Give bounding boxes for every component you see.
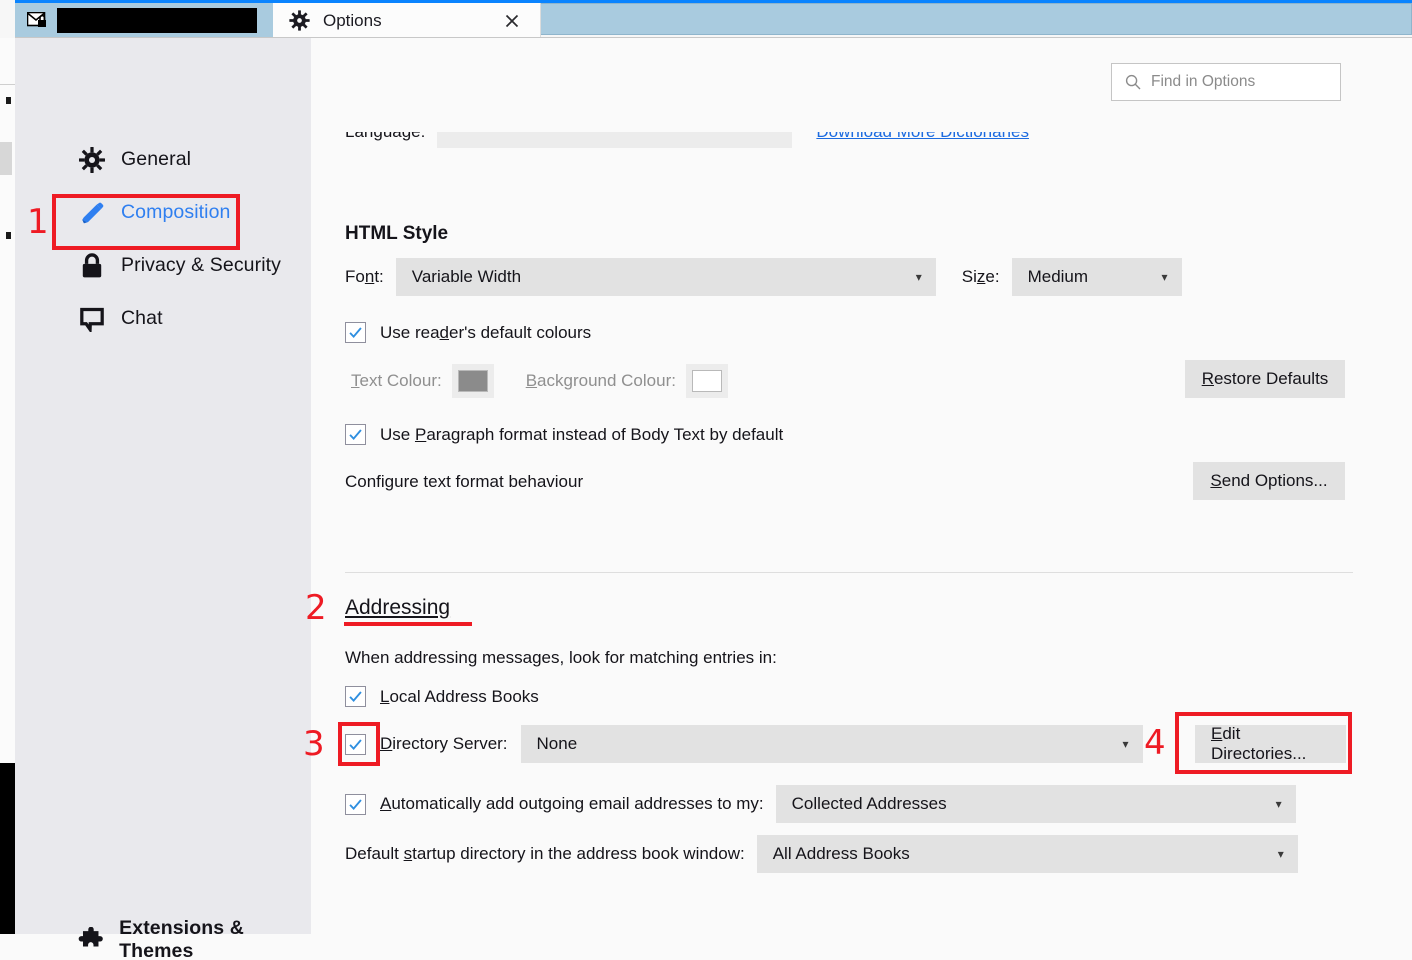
- chevron-down-icon: ▾: [1278, 847, 1284, 861]
- section-divider: [345, 572, 1353, 573]
- auto-add-target-select[interactable]: Collected Addresses ▾: [776, 785, 1296, 823]
- sidebar-item-extensions-themes[interactable]: Extensions & Themes: [77, 920, 311, 960]
- send-options-label: Send Options...: [1210, 471, 1327, 491]
- default-startup-directory-row: Default startup directory in the address…: [345, 835, 1298, 873]
- restore-defaults-label: Restore Defaults: [1202, 369, 1329, 389]
- use-paragraph-format-label: Use Paragraph format instead of Body Tex…: [380, 425, 783, 445]
- annotation-box-edit-directories: [1175, 712, 1352, 774]
- edge-fragment: [6, 232, 11, 239]
- sidebar-item-label: Chat: [121, 307, 163, 330]
- use-paragraph-format-checkbox[interactable]: [345, 424, 366, 445]
- directory-server-select[interactable]: None ▾: [521, 725, 1143, 763]
- font-row: Font: Variable Width ▾ Size: Medium ▾: [345, 258, 1182, 296]
- directory-server-label: Directory Server:: [380, 734, 508, 754]
- text-colour-label: Text Colour:: [351, 371, 442, 391]
- use-reader-colours-row[interactable]: Use reader's default colours: [345, 322, 591, 343]
- chevron-down-icon: ▾: [1276, 797, 1282, 811]
- gear-icon: [77, 147, 107, 173]
- title-bar-area: [540, 3, 1412, 35]
- size-label: Size:: [962, 267, 1000, 287]
- sidebar-item-general[interactable]: General: [60, 133, 310, 186]
- html-style-heading: HTML Style: [345, 223, 448, 245]
- redacted-tab-title: [57, 8, 257, 33]
- download-more-dictionaries-link[interactable]: Download More Dictionaries: [816, 132, 1029, 142]
- chevron-down-icon: ▾: [916, 270, 922, 284]
- annotation-number-4: 4: [1144, 726, 1166, 760]
- edge-fragment: [6, 97, 11, 104]
- tab-bar: Options: [0, 0, 1412, 38]
- edge-divider: [0, 84, 15, 85]
- colour-pickers-row: Text Colour: Background Colour:: [351, 364, 728, 398]
- restore-defaults-button[interactable]: Restore Defaults: [1185, 360, 1345, 398]
- background-colour-label: Background Colour:: [526, 371, 676, 391]
- search-placeholder: Find in Options: [1151, 73, 1255, 91]
- secure-mail-icon: [27, 12, 49, 30]
- font-select-value: Variable Width: [412, 267, 521, 287]
- gear-icon: [289, 10, 310, 31]
- sidebar-item-label: Privacy & Security: [121, 254, 281, 277]
- font-select[interactable]: Variable Width ▾: [396, 258, 936, 296]
- options-content-pane: Find in Options Language: Download More …: [311, 38, 1412, 934]
- tab-mail[interactable]: [15, 3, 273, 38]
- directory-server-value: None: [537, 734, 578, 754]
- directory-server-row: Directory Server: None ▾: [345, 725, 1143, 763]
- search-input[interactable]: Find in Options: [1111, 63, 1341, 101]
- options-sidebar: General Composition: [15, 38, 311, 934]
- language-select[interactable]: [437, 132, 792, 148]
- use-reader-colours-checkbox[interactable]: [345, 322, 366, 343]
- language-label: Language:: [345, 132, 425, 142]
- auto-add-addresses-checkbox[interactable]: [345, 794, 366, 815]
- annotation-box-directory-checkbox: [338, 722, 380, 766]
- puzzle-piece-icon: [77, 927, 105, 953]
- background-window-strip: [0, 0, 15, 934]
- local-address-books-label: Local Address Books: [380, 687, 539, 707]
- default-startup-directory-label: Default startup directory in the address…: [345, 844, 745, 864]
- size-select-value: Medium: [1028, 267, 1088, 287]
- use-reader-colours-label: Use reader's default colours: [380, 323, 591, 343]
- default-startup-directory-value: All Address Books: [773, 844, 910, 864]
- sidebar-item-label: Extensions & Themes: [119, 920, 311, 960]
- options-window: Options: [0, 0, 1412, 934]
- redaction-block: [0, 763, 15, 934]
- send-options-button[interactable]: Send Options...: [1193, 462, 1345, 500]
- addressing-intro: When addressing messages, look for match…: [345, 648, 777, 668]
- tab-options[interactable]: Options: [273, 3, 541, 38]
- text-colour-swatch: [458, 370, 488, 392]
- chevron-down-icon: ▾: [1123, 737, 1129, 751]
- annotation-number-1: 1: [27, 205, 49, 239]
- sidebar-item-label: General: [121, 148, 191, 171]
- auto-add-addresses-label: Automatically add outgoing email address…: [380, 794, 764, 814]
- tab-options-label: Options: [323, 11, 382, 31]
- default-startup-directory-select[interactable]: All Address Books ▾: [757, 835, 1298, 873]
- annotation-underline-addressing: [344, 622, 472, 626]
- background-colour-swatch: [692, 370, 722, 392]
- auto-add-target-value: Collected Addresses: [792, 794, 947, 814]
- chevron-down-icon: ▾: [1162, 270, 1168, 284]
- size-select[interactable]: Medium ▾: [1012, 258, 1182, 296]
- background-colour-swatch-button[interactable]: [686, 364, 728, 398]
- edge-scroll-fragment: [0, 142, 12, 175]
- lock-icon: [77, 253, 107, 279]
- use-paragraph-format-row[interactable]: Use Paragraph format instead of Body Tex…: [345, 424, 783, 445]
- addressing-heading: Addressing: [345, 596, 450, 620]
- auto-add-addresses-row: Automatically add outgoing email address…: [345, 785, 1296, 823]
- chat-bubble-icon: [77, 306, 107, 332]
- text-colour-swatch-button[interactable]: [452, 364, 494, 398]
- annotation-number-3: 3: [303, 727, 325, 761]
- configure-text-format-label: Configure text format behaviour: [345, 472, 583, 492]
- search-icon: [1125, 74, 1141, 90]
- close-icon[interactable]: [504, 13, 520, 29]
- annotation-number-2: 2: [305, 591, 327, 625]
- language-row-clipped: Language: Download More Dictionaries: [345, 132, 1385, 150]
- local-address-books-row[interactable]: Local Address Books: [345, 686, 539, 707]
- sidebar-item-chat[interactable]: Chat: [60, 292, 310, 345]
- annotation-box-composition: [52, 194, 240, 250]
- font-label: Font:: [345, 267, 384, 287]
- local-address-books-checkbox[interactable]: [345, 686, 366, 707]
